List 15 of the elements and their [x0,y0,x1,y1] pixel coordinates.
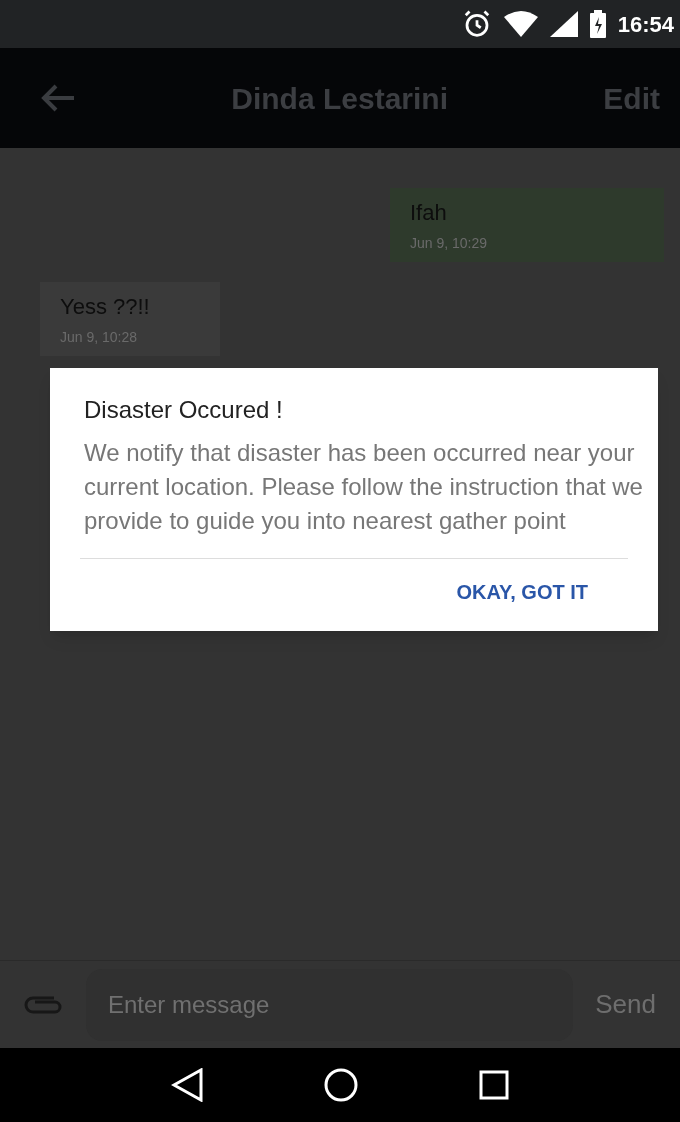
dialog-message: We notify that disaster has been occurred near your current location. Please follow the instruction that we provide to guide you into nearest gather point [84,438,644,536]
status-time: 16:54 [617,10,674,39]
okay-button[interactable]: OKAY, GOT IT [456,577,588,607]
send-button[interactable]: Send [595,985,656,1024]
signal-icon [549,11,578,37]
toolbar-title: Dinda Lestarini [230,80,449,117]
message-time: Jun 9, 10:29 [410,234,489,253]
battery-icon [589,10,606,38]
back-icon[interactable] [170,1068,203,1102]
home-icon[interactable] [324,1068,358,1102]
message-input[interactable]: Enter message [86,968,574,1041]
edit-button[interactable]: Edit [603,75,660,121]
wifi-icon [503,11,538,37]
recents-icon[interactable] [479,1070,510,1100]
dialog-title: Disaster Occured ! [84,395,284,425]
